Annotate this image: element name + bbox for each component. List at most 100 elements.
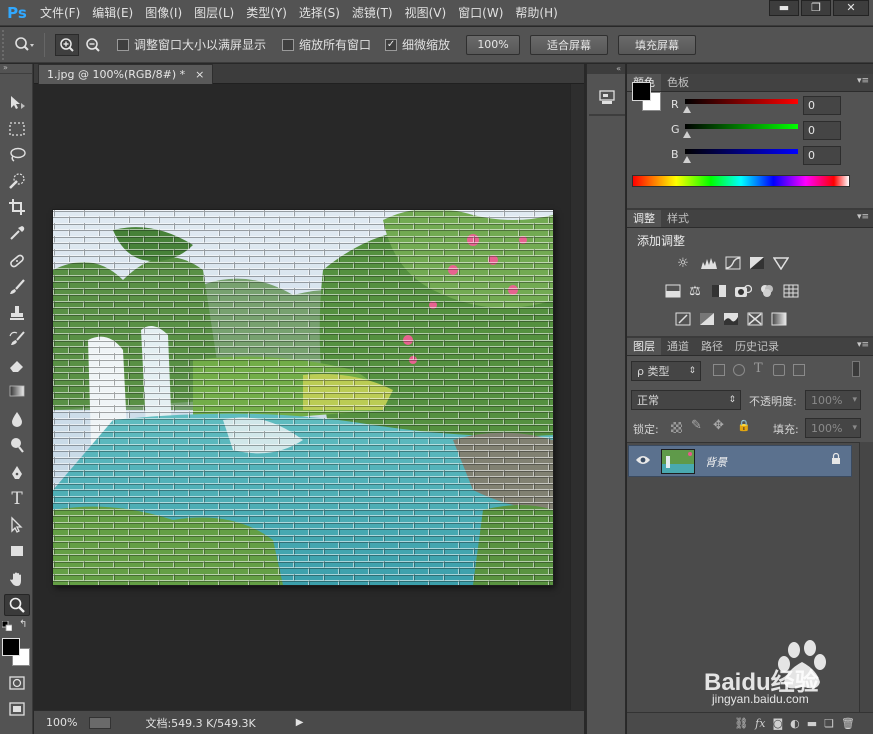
filter-toggle-icon[interactable] [852,361,860,377]
lasso-tool-icon[interactable] [4,144,30,166]
menu-image[interactable]: 图像(I) [139,0,188,26]
rectangle-tool-icon[interactable] [4,540,30,562]
color-foreground-swatch-top[interactable] [632,82,651,101]
dodge-tool-icon[interactable] [4,434,30,456]
type-tool-icon[interactable]: T [4,488,30,510]
swap-colors-icon[interactable]: ↰ [19,619,27,630]
panels-collapse-bar[interactable] [627,64,873,74]
menu-layer[interactable]: 图层(L) [188,0,240,26]
red-slider[interactable]: R 0 [671,96,871,120]
canvas-vertical-scrollbar[interactable] [570,84,584,714]
brightness-contrast-icon[interactable]: ☼ [673,254,693,272]
color-panel-menu-icon[interactable]: ▾≡ [857,76,869,86]
opacity-chevron-icon[interactable]: ▾ [852,395,857,405]
foreground-color-swatch[interactable] [2,638,20,656]
tab-layers[interactable]: 图层 [627,338,661,355]
blue-value[interactable]: 0 [803,146,841,165]
delete-layer-icon[interactable]: 🗑 [841,717,855,730]
green-track[interactable] [685,124,798,129]
add-mask-icon[interactable]: ◙ [772,717,783,730]
close-button[interactable]: ✕ [833,0,869,16]
vibrance-icon[interactable] [771,254,791,272]
menu-view[interactable]: 视图(V) [399,0,453,26]
history-brush-tool-icon[interactable] [4,328,30,350]
minimize-button[interactable]: ▬ [769,0,799,16]
threshold-icon[interactable] [721,310,741,328]
blur-tool-icon[interactable] [4,408,30,430]
adjustments-panel-menu-icon[interactable]: ▾≡ [857,212,869,222]
new-group-icon[interactable]: ▬ [807,717,817,730]
marquee-tool-icon[interactable] [4,118,30,140]
fit-screen-button[interactable]: 适合屏幕 [530,34,609,55]
maximize-button[interactable]: ❐ [801,0,831,16]
opacity-input[interactable]: 100% ▾ [805,390,861,410]
resize-windows-box[interactable] [117,38,129,51]
fill-screen-button[interactable]: 填充屏幕 [618,34,697,55]
link-layers-icon[interactable]: ⛓ [734,717,748,730]
eraser-tool-icon[interactable] [4,354,30,376]
brush-tool-icon[interactable] [4,276,30,298]
tab-channels[interactable]: 通道 [661,338,695,355]
menu-select[interactable]: 选择(S) [293,0,346,26]
blue-track[interactable] [685,149,798,154]
hand-tool-icon[interactable] [4,568,30,590]
channel-mixer-icon[interactable] [757,282,777,300]
document-canvas[interactable] [53,210,553,585]
color-spectrum-bar[interactable] [632,175,850,187]
document-tab-close-icon[interactable]: × [195,68,204,81]
green-slider[interactable]: G 0 [671,121,871,145]
scrubby-zoom-checkbox[interactable]: ✓ 细微缩放 [385,36,450,53]
gradient-tool-icon[interactable] [4,380,30,402]
red-knob[interactable] [683,106,691,113]
crop-tool-icon[interactable] [4,196,30,218]
green-knob[interactable] [683,131,691,138]
filter-pixel-icon[interactable] [713,364,725,376]
layer-row-background[interactable]: 背景 [628,445,852,477]
layer-visibility-eye-icon[interactable] [635,454,651,468]
blend-mode-select[interactable]: 正常 ⇕ [631,390,741,410]
tab-swatches[interactable]: 色板 [661,74,695,91]
resize-windows-checkbox[interactable]: 调整窗口大小以满屏显示 [117,36,266,53]
healing-brush-tool-icon[interactable] [4,250,30,272]
eyedropper-tool-icon[interactable] [4,222,30,244]
options-grip[interactable] [2,29,10,60]
layer-thumbnail[interactable] [661,449,695,474]
layer-filter-kind-select[interactable]: ρ 类型 ⇕ [631,361,701,381]
menu-filter[interactable]: 滤镜(T) [346,0,399,26]
curves-icon[interactable] [723,254,743,272]
layer-name[interactable]: 背景 [705,454,727,470]
tab-paths[interactable]: 路径 [695,338,729,355]
selective-color-icon[interactable] [745,310,765,328]
black-white-icon[interactable] [709,282,729,300]
clone-stamp-tool-icon[interactable] [4,302,30,324]
quick-mask-icon[interactable] [4,672,30,694]
zoom-out-icon[interactable] [81,34,105,56]
tab-styles[interactable]: 样式 [661,210,695,227]
menu-type[interactable]: 类型(Y) [240,0,293,26]
color-lookup-icon[interactable] [781,282,801,300]
default-colors-icon[interactable] [1,620,13,632]
scrubby-zoom-box[interactable]: ✓ [385,38,398,51]
actual-pixels-button[interactable]: 100% [466,34,521,55]
red-value[interactable]: 0 [803,96,841,115]
layer-style-icon[interactable]: fx [755,717,765,730]
lock-all-icon[interactable]: 🔒 [737,419,751,432]
photo-filter-icon[interactable] [733,282,753,300]
move-tool-icon[interactable] [4,92,30,114]
filter-smart-object-icon[interactable] [793,364,805,376]
lock-image-icon[interactable]: ✎ [691,418,702,433]
tools-collapse-icon[interactable]: » [0,64,32,74]
hue-saturation-icon[interactable] [663,282,683,300]
fill-chevron-icon[interactable]: ▾ [852,423,857,433]
zoom-all-checkbox[interactable]: 缩放所有窗口 [282,36,371,53]
color-balance-icon[interactable]: ⚖ [685,282,705,300]
layers-panel-menu-icon[interactable]: ▾≡ [857,340,869,350]
zoom-tool-icon[interactable] [4,594,30,616]
status-info-icon[interactable] [89,716,112,729]
tab-history[interactable]: 历史记录 [729,338,785,355]
zoom-in-icon[interactable] [55,33,79,56]
filter-adjustment-icon[interactable] [733,364,745,376]
new-layer-icon[interactable]: ❏ [824,717,834,730]
filter-type-icon[interactable]: T [754,361,763,376]
zoom-all-box[interactable] [282,38,295,51]
